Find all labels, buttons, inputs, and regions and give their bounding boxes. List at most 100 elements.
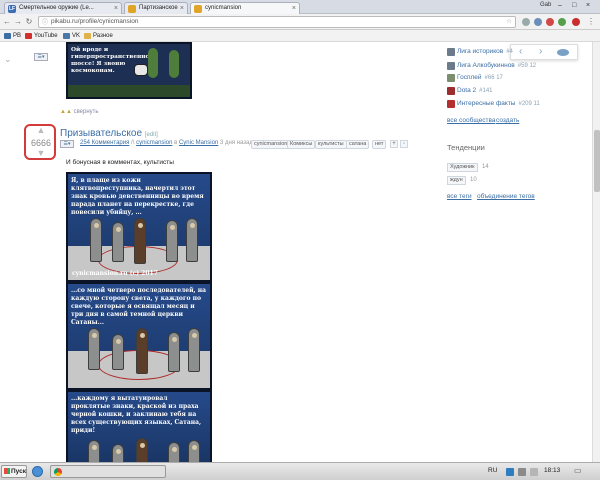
community-icon xyxy=(447,62,455,70)
add-tag-button[interactable]: + xyxy=(390,140,398,148)
youtube-icon xyxy=(25,33,32,39)
page-scrollbar[interactable] xyxy=(592,42,600,462)
tag-merge-link[interactable]: объединение тегов xyxy=(477,193,535,200)
url-input[interactable]: ⓘ pikabu.ru/profile/cynicmansion ☆ xyxy=(38,16,516,28)
bookmark-label: YouTube xyxy=(34,33,58,39)
all-communities-link[interactable]: все сообщества xyxy=(447,117,495,124)
clock[interactable]: 18:13 xyxy=(544,467,560,474)
carousel-eye-icon[interactable] xyxy=(557,49,569,56)
bookmarks-bar: PB YouTube VK Разное xyxy=(0,30,600,42)
vote-down-icon[interactable]: ⌄ xyxy=(4,54,12,65)
close-tab-icon[interactable]: × xyxy=(114,3,118,14)
create-community-link[interactable]: создать xyxy=(496,117,519,124)
tab-title: Смертельное оружие (Le... xyxy=(19,5,94,11)
bookmark-vk[interactable]: VK xyxy=(63,31,80,41)
back-icon[interactable]: ← xyxy=(2,17,12,27)
extension-icon[interactable] xyxy=(534,18,542,26)
bookmark-youtube[interactable]: YouTube xyxy=(25,31,58,41)
close-tab-icon[interactable]: × xyxy=(180,3,184,14)
face xyxy=(94,223,99,228)
face xyxy=(170,225,175,230)
community-name: Лига историков xyxy=(457,48,504,55)
community-item[interactable]: Лига Алкобукиннов #59 12 xyxy=(447,60,536,71)
community-item[interactable]: Интересные факты #209 11 xyxy=(447,98,540,109)
tab-cynicmansion[interactable]: cynicmansion × xyxy=(190,2,300,14)
trend-tag[interactable]: Художник xyxy=(447,163,478,172)
face xyxy=(140,443,145,448)
tag-chip[interactable]: культисты xyxy=(315,140,347,149)
tag-chip[interactable]: нет xyxy=(372,140,387,149)
maximize-icon[interactable]: □ xyxy=(572,2,576,9)
ie-quicklaunch-icon[interactable] xyxy=(32,466,43,477)
bookmark-star-icon[interactable]: ☆ xyxy=(506,17,512,27)
tab-partisan[interactable]: Партизанское × xyxy=(124,2,188,14)
post-title-suffix[interactable]: [edit] xyxy=(145,132,158,138)
tray-app-icon[interactable] xyxy=(506,468,514,476)
cultist-figure xyxy=(186,218,198,262)
community-item[interactable]: Госплей #66 17 xyxy=(447,72,503,83)
comments-link[interactable]: 254 Комментария xyxy=(80,140,129,146)
browser-menu-icon[interactable]: ⋮ xyxy=(586,17,596,27)
info-icon: ⓘ xyxy=(42,20,49,26)
author-link[interactable]: cynicmansion xyxy=(136,140,172,146)
show-desktop-icon[interactable]: ▭ xyxy=(574,466,582,475)
scrollbar-thumb[interactable] xyxy=(594,130,600,192)
comic-panel-text: ...со мной четверо последователей, на ка… xyxy=(71,287,206,326)
tag-chip[interactable]: Комиксы xyxy=(287,140,316,149)
bookmark-pb[interactable]: PB xyxy=(4,31,21,41)
comic-ground xyxy=(68,85,190,97)
face xyxy=(192,333,197,338)
collapse-arrow-icon: ▲▲ xyxy=(60,109,72,115)
post-actions-button[interactable]: ☰▾ xyxy=(34,53,48,61)
collapse-label: свернуть xyxy=(73,109,99,115)
address-bar-row: ← → ↻ ⓘ pikabu.ru/profile/cynicmansion ☆… xyxy=(0,14,600,30)
extension-icon[interactable] xyxy=(558,18,566,26)
forward-icon[interactable]: → xyxy=(13,17,23,27)
collapse-link[interactable]: ▲▲ свернуть xyxy=(60,109,99,115)
comic-watermark: cynicmansion.ru (c) 2017 xyxy=(72,270,158,277)
tag-chip[interactable]: cynicmansion xyxy=(251,140,291,149)
carousel-prev-icon[interactable]: ‹ xyxy=(519,46,522,57)
os-taskbar: Пуск RU 18:13 ▭ xyxy=(0,462,600,480)
cultist-figure xyxy=(166,220,178,262)
adblock-icon[interactable] xyxy=(572,18,580,26)
bookmark-misc[interactable]: Разное xyxy=(84,31,113,41)
comic-figure xyxy=(169,50,179,78)
face xyxy=(116,449,121,454)
extension-icon[interactable] xyxy=(522,18,530,26)
reload-icon[interactable]: ↻ xyxy=(24,17,34,27)
post-meta: 254 Комментария /\ cynicmansion в Cynic … xyxy=(80,140,253,146)
language-indicator[interactable]: RU xyxy=(488,467,497,474)
community-link[interactable]: Cynic Mansion xyxy=(179,140,218,146)
post-rating: 6666 xyxy=(30,138,52,148)
network-icon[interactable] xyxy=(518,468,526,476)
all-tags-link[interactable]: все теги xyxy=(447,193,472,200)
tab-lethal-weapon[interactable]: LF Смертельное оружие (Le... × xyxy=(4,2,122,14)
close-window-icon[interactable]: × xyxy=(586,2,590,9)
community-name: Dota 2 xyxy=(457,87,477,94)
post-time: 3 дня назад xyxy=(219,140,253,146)
close-tab-icon[interactable]: × xyxy=(292,3,296,14)
tags-more-button[interactable]: ◦ xyxy=(400,140,408,148)
post-actions-button[interactable]: ☰▾ xyxy=(60,140,74,148)
comic-cat xyxy=(134,64,148,76)
community-item[interactable]: Лига историков #4 xyxy=(447,46,513,57)
folder-icon xyxy=(4,33,11,39)
community-item[interactable]: Dota 2 #141 xyxy=(447,85,493,96)
comic-figure xyxy=(148,48,158,78)
face xyxy=(92,333,97,338)
post-comic-image: Я, в плаще из кожи клятвопреступника, на… xyxy=(66,172,212,462)
vote-down-icon[interactable]: ▼ xyxy=(34,149,48,158)
tag-chip[interactable]: сатана xyxy=(346,140,370,149)
carousel-next-icon[interactable]: › xyxy=(539,46,542,57)
extension-icon[interactable] xyxy=(546,18,554,26)
face xyxy=(116,227,121,232)
volume-icon[interactable] xyxy=(530,468,538,476)
trend-tag[interactable]: ждун xyxy=(447,176,466,185)
start-button[interactable]: Пуск xyxy=(1,465,27,478)
user-profile-badge[interactable]: Gab xyxy=(540,2,551,8)
post-title[interactable]: Призывательское xyxy=(60,128,142,139)
cultist-figure xyxy=(112,222,124,262)
minimize-icon[interactable]: – xyxy=(558,2,562,9)
taskbar-window-chrome[interactable] xyxy=(50,465,166,478)
